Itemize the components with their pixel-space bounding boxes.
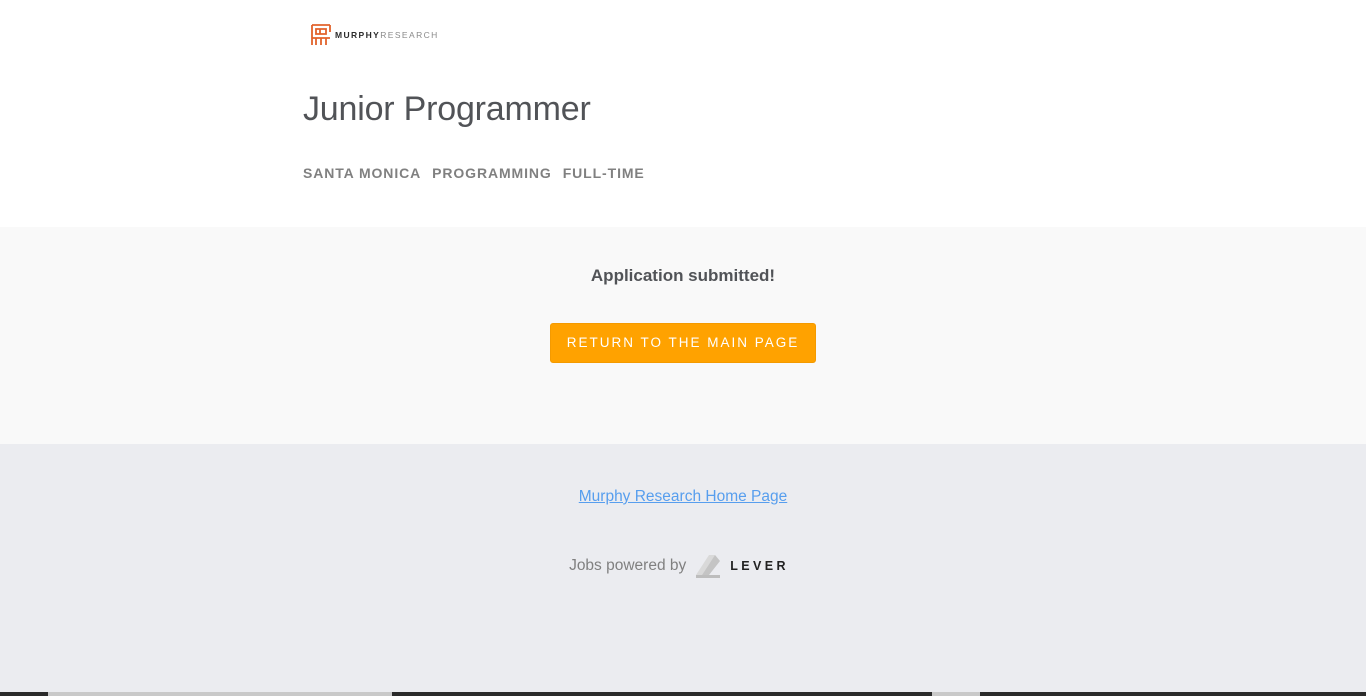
logo-wordmark: MURPHYRESEARCH [335, 31, 439, 40]
confirmation-message: Application submitted! [590, 266, 776, 285]
job-title: Junior Programmer [303, 90, 591, 128]
window-bottom-edge [0, 692, 1366, 696]
category-team: PROGRAMMING [432, 165, 552, 181]
murphy-logo-icon [311, 24, 331, 45]
company-logo-link[interactable]: MURPHYRESEARCH [310, 22, 439, 48]
company-home-page-link[interactable]: Murphy Research Home Page [579, 488, 788, 505]
lever-logo-link[interactable]: LEVER [695, 553, 789, 579]
logo-wordmark-light: RESEARCH [380, 29, 439, 40]
return-to-main-page-button[interactable]: RETURN TO THE MAIN PAGE [550, 323, 816, 363]
logo-wordmark-strong: MURPHY [335, 29, 381, 40]
powered-by-text: Jobs powered by [569, 557, 687, 574]
confirmation-section: Application submitted! RETURN TO THE MAI… [0, 227, 1366, 444]
lever-wordmark: LEVER [730, 559, 789, 573]
job-categories: SANTA MONICA PROGRAMMING FULL-TIME [303, 165, 645, 181]
bottom-edge-highlight [48, 692, 392, 696]
job-header: MURPHYRESEARCH Junior Programmer SANTA M… [0, 0, 1366, 227]
bottom-edge-highlight [932, 692, 980, 696]
home-link-wrapper: Murphy Research Home Page [0, 488, 1366, 506]
page-footer: Murphy Research Home Page Jobs powered b… [0, 444, 1366, 696]
lever-icon [696, 555, 721, 578]
category-location: SANTA MONICA [303, 165, 422, 181]
category-commitment: FULL-TIME [562, 165, 645, 181]
powered-by: Jobs powered by LEVER [0, 553, 1366, 579]
